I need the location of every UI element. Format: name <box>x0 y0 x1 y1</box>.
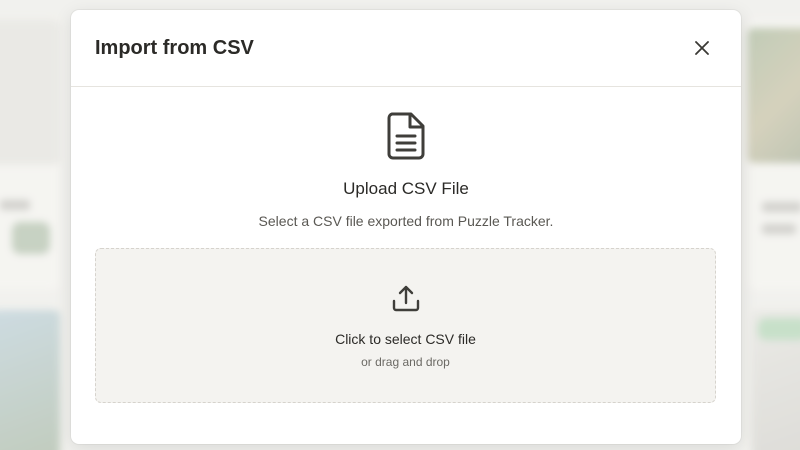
dropzone-secondary-text: or drag and drop <box>361 355 450 369</box>
file-text-icon <box>387 112 425 160</box>
upload-subtitle: Select a CSV file exported from Puzzle T… <box>258 213 554 229</box>
close-button[interactable] <box>687 33 717 63</box>
import-csv-dialog: Import from CSV Upload CSV File Select a… <box>71 10 741 444</box>
upload-icon <box>392 285 420 312</box>
dialog-title: Import from CSV <box>95 36 254 59</box>
dialog-body: Upload CSV File Select a CSV file export… <box>71 87 741 443</box>
dropzone-primary-text: Click to select CSV file <box>335 331 476 347</box>
upload-title: Upload CSV File <box>343 179 469 198</box>
close-icon <box>695 41 709 55</box>
csv-dropzone[interactable]: Click to select CSV file or drag and dro… <box>95 248 716 403</box>
dialog-header: Import from CSV <box>71 10 741 87</box>
